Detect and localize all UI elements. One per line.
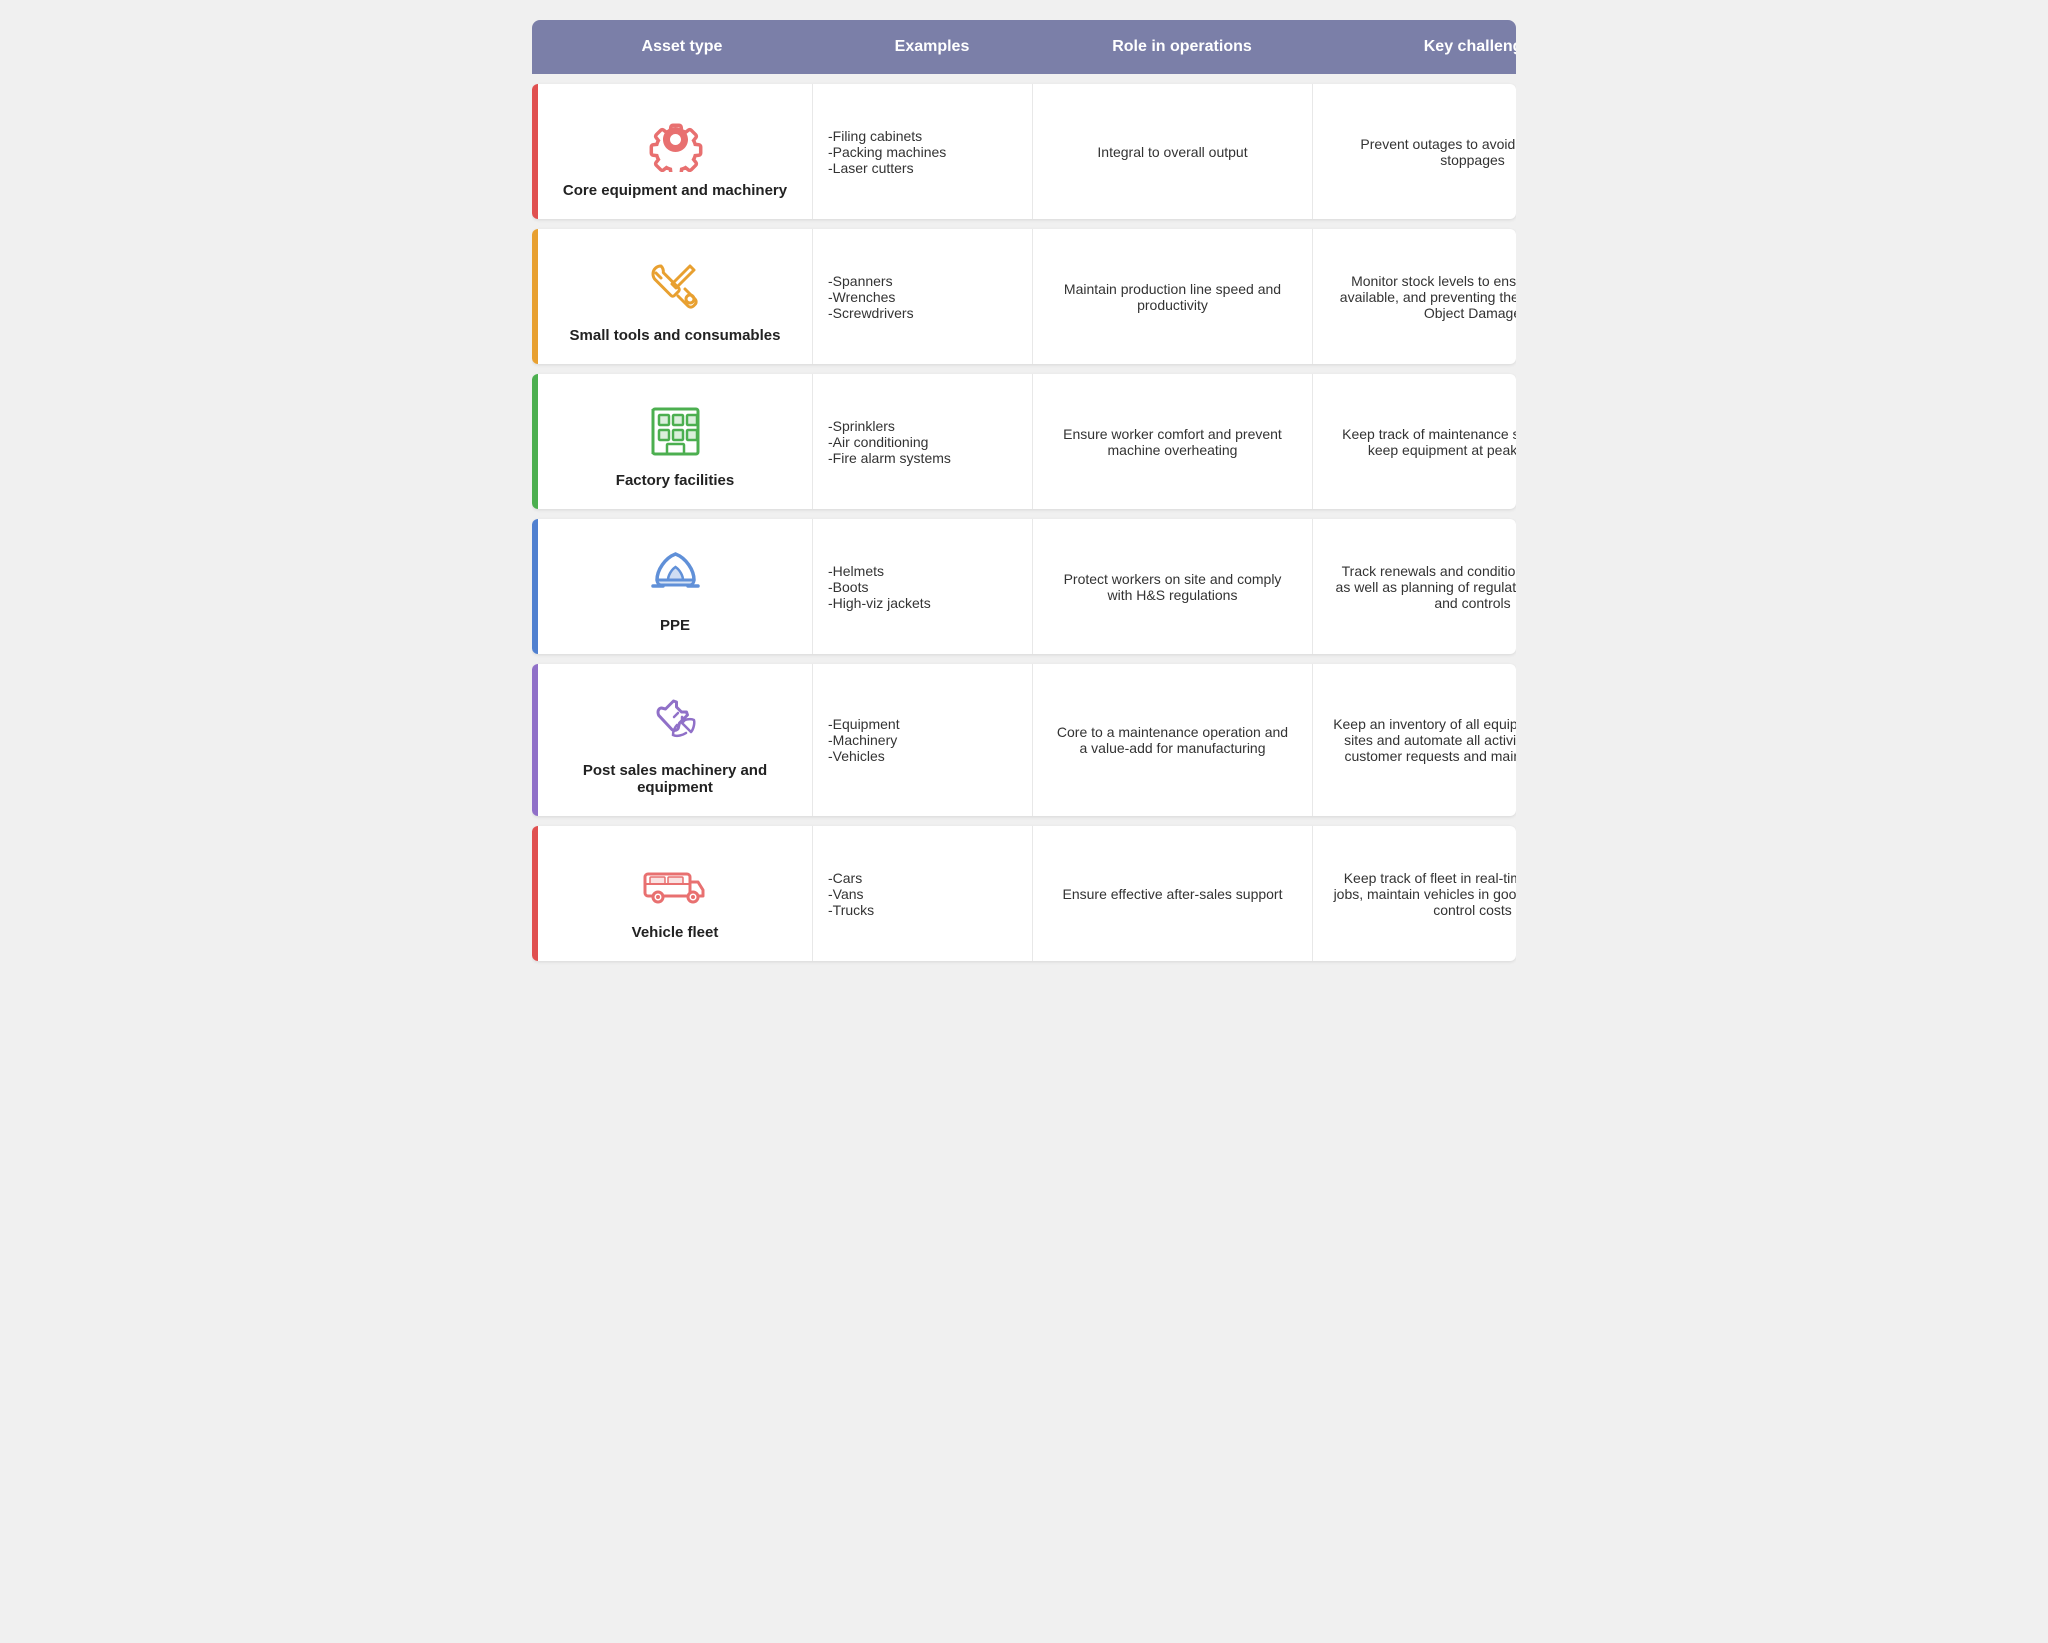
asset-label-core-equipment: Core equipment and machinery [563, 182, 787, 199]
accent-bar-vehicle-fleet [532, 826, 538, 961]
example-item: -Trucks [828, 902, 1017, 918]
challenges-cell-ppe: Track renewals and conditions for worker… [1312, 519, 1516, 654]
challenges-cell-core-equipment: Prevent outages to avoid production stop… [1312, 84, 1516, 219]
asset-label-ppe: PPE [660, 617, 690, 634]
example-item: -High-viz jackets [828, 595, 1017, 611]
table-row-post-sales: Post sales machinery and equipment -Equi… [532, 664, 1516, 816]
table-row-ppe: PPE -Helmets-Boots-High-viz jackets Prot… [532, 519, 1516, 654]
example-item: -Cars [828, 870, 1017, 886]
challenges-cell-small-tools: Monitor stock levels to ensure tools are… [1312, 229, 1516, 364]
accent-bar-ppe [532, 519, 538, 654]
examples-cell-post-sales: -Equipment-Machinery-Vehicles [812, 664, 1032, 816]
asset-type-cell-vehicle-fleet: Vehicle fleet [532, 826, 812, 961]
example-item: -Filing cabinets [828, 128, 1017, 144]
challenges-cell-vehicle-fleet: Keep track of fleet in real-time to opti… [1312, 826, 1516, 961]
accent-bar-factory-facilities [532, 374, 538, 509]
example-item: -Helmets [828, 563, 1017, 579]
example-item: -Fire alarm systems [828, 450, 1017, 466]
asset-label-vehicle-fleet: Vehicle fleet [632, 924, 719, 941]
header-examples: Examples [822, 38, 1042, 56]
role-cell-vehicle-fleet: Ensure effective after-sales support [1032, 826, 1312, 961]
example-item: -Laser cutters [828, 160, 1017, 176]
examples-cell-core-equipment: -Filing cabinets-Packing machines-Laser … [812, 84, 1032, 219]
role-cell-factory-facilities: Ensure worker comfort and prevent machin… [1032, 374, 1312, 509]
challenges-cell-factory-facilities: Keep track of maintenance schedules and … [1312, 374, 1516, 509]
examples-cell-small-tools: -Spanners-Wrenches-Screwdrivers [812, 229, 1032, 364]
asset-icon-core-equipment [640, 104, 710, 174]
asset-type-cell-core-equipment: Core equipment and machinery [532, 84, 812, 219]
example-item: -Vehicles [828, 748, 1017, 764]
asset-type-cell-post-sales: Post sales machinery and equipment [532, 664, 812, 816]
challenges-cell-post-sales: Keep an inventory of all equipment acros… [1312, 664, 1516, 816]
example-item: -Machinery [828, 732, 1017, 748]
table-body: Core equipment and machinery -Filing cab… [532, 84, 1516, 961]
asset-icon-vehicle-fleet [640, 846, 710, 916]
header-asset-type: Asset type [542, 38, 822, 56]
table-row-core-equipment: Core equipment and machinery -Filing cab… [532, 84, 1516, 219]
asset-label-small-tools: Small tools and consumables [570, 327, 781, 344]
asset-label-post-sales: Post sales machinery and equipment [558, 762, 792, 796]
example-item: -Vans [828, 886, 1017, 902]
table-header: Asset type Examples Role in operations K… [532, 20, 1516, 74]
asset-icon-factory-facilities [640, 394, 710, 464]
example-item: -Spanners [828, 273, 1017, 289]
accent-bar-post-sales [532, 664, 538, 816]
example-item: -Sprinklers [828, 418, 1017, 434]
examples-cell-factory-facilities: -Sprinklers-Air conditioning-Fire alarm … [812, 374, 1032, 509]
table-row-factory-facilities: Factory facilities -Sprinklers-Air condi… [532, 374, 1516, 509]
example-item: -Screwdrivers [828, 305, 1017, 321]
accent-bar-core-equipment [532, 84, 538, 219]
example-item: -Boots [828, 579, 1017, 595]
example-item: -Wrenches [828, 289, 1017, 305]
main-table: Asset type Examples Role in operations K… [532, 20, 1516, 971]
asset-icon-small-tools [640, 249, 710, 319]
role-cell-core-equipment: Integral to overall output [1032, 84, 1312, 219]
table-row-small-tools: Small tools and consumables -Spanners-Wr… [532, 229, 1516, 364]
role-cell-post-sales: Core to a maintenance operation and a va… [1032, 664, 1312, 816]
table-row-vehicle-fleet: Vehicle fleet -Cars-Vans-Trucks Ensure e… [532, 826, 1516, 961]
asset-icon-ppe [640, 539, 710, 609]
role-cell-ppe: Protect workers on site and comply with … [1032, 519, 1312, 654]
asset-type-cell-ppe: PPE [532, 519, 812, 654]
examples-cell-ppe: -Helmets-Boots-High-viz jackets [812, 519, 1032, 654]
header-role: Role in operations [1042, 38, 1322, 56]
example-item: -Air conditioning [828, 434, 1017, 450]
example-item: -Equipment [828, 716, 1017, 732]
asset-type-cell-small-tools: Small tools and consumables [532, 229, 812, 364]
asset-type-cell-factory-facilities: Factory facilities [532, 374, 812, 509]
example-item: -Packing machines [828, 144, 1017, 160]
asset-label-factory-facilities: Factory facilities [616, 472, 734, 489]
role-cell-small-tools: Maintain production line speed and produ… [1032, 229, 1312, 364]
asset-icon-post-sales [640, 684, 710, 754]
accent-bar-small-tools [532, 229, 538, 364]
header-challenges: Key challenges [1322, 38, 1516, 56]
examples-cell-vehicle-fleet: -Cars-Vans-Trucks [812, 826, 1032, 961]
